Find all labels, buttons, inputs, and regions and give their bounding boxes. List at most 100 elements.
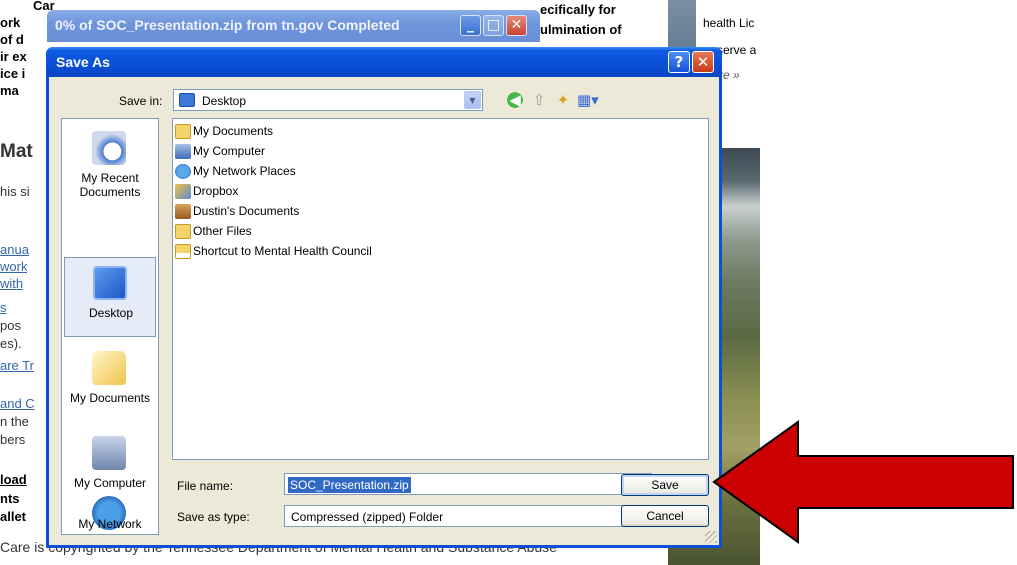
bg-heading-fragment: Mat xyxy=(0,141,33,162)
file-name: Dustin's Documents xyxy=(193,204,300,218)
views-icon: ▦▾ xyxy=(577,91,599,109)
file-name-label: File name: xyxy=(177,479,234,493)
save-button[interactable]: Save xyxy=(621,474,709,496)
back-arrow-icon: ◀ xyxy=(509,91,521,109)
file-name: My Documents xyxy=(193,124,274,138)
file-name: Other Files xyxy=(193,224,252,238)
bg-link-fragment[interactable]: anua xyxy=(0,242,29,257)
list-item[interactable]: My Network Places xyxy=(175,161,296,181)
dialog-titlebar[interactable]: Save As ? ✕ xyxy=(46,47,722,77)
bg-text-fragment: his si xyxy=(0,184,30,199)
file-name-selection: SOC_Presentation.zip xyxy=(288,477,411,493)
save-in-value: Desktop xyxy=(202,94,247,108)
bg-text-fragment: health Lic xyxy=(703,16,755,30)
bg-text-fragment: ork xyxy=(0,15,21,30)
folder-icon xyxy=(175,223,191,239)
file-name-value[interactable]: SOC_Presentation.zip xyxy=(288,477,411,493)
recent-documents-icon xyxy=(92,131,126,165)
bg-text-fragment: ulmination of xyxy=(540,22,622,37)
new-folder-button[interactable]: ✦ xyxy=(553,90,573,110)
new-folder-icon: ✦ xyxy=(556,91,570,109)
minimize-icon: _ xyxy=(467,17,474,33)
my-documents-icon xyxy=(92,351,126,385)
chevron-down-icon[interactable]: ▼ xyxy=(464,91,481,109)
help-icon: ? xyxy=(674,53,684,71)
file-list[interactable]: My Documents My Computer My Network Plac… xyxy=(172,118,709,460)
list-item[interactable]: Dustin's Documents xyxy=(175,201,299,221)
progress-window-title: 0% of SOC_Presentation.zip from tn.gov C… xyxy=(55,17,400,33)
bg-text-fragment: pos xyxy=(0,318,21,333)
place-desktop[interactable]: Desktop xyxy=(64,257,156,337)
user-folder-icon xyxy=(175,203,191,219)
desktop-icon xyxy=(179,93,195,107)
file-name: Shortcut to Mental Health Council xyxy=(193,244,372,258)
up-folder-icon: ⇧ xyxy=(532,91,546,109)
place-my-documents[interactable]: My Documents xyxy=(64,343,156,423)
cancel-button[interactable]: Cancel xyxy=(621,505,709,527)
bg-text-fragment: ir ex xyxy=(0,49,27,64)
shortcut-folder-icon xyxy=(175,243,191,259)
bg-text-fragment: serve a xyxy=(717,43,757,57)
bg-text-fragment: bers xyxy=(0,432,26,447)
close-icon: ✕ xyxy=(510,17,523,33)
bg-link-fragment[interactable]: s xyxy=(0,300,7,315)
list-item[interactable]: Other Files xyxy=(175,221,252,241)
file-name: My Computer xyxy=(193,144,266,158)
maximize-button[interactable]: □ xyxy=(483,15,504,36)
place-my-network[interactable]: My Network xyxy=(64,496,156,534)
back-button[interactable]: ◀ xyxy=(505,90,525,110)
save-as-type-label: Save as type: xyxy=(177,510,250,524)
save-as-dialog: Save As ? ✕ Save in: Desktop ▼ ◀ ⇧ ✦ ▦▾ … xyxy=(46,47,722,548)
computer-icon xyxy=(175,143,191,159)
close-icon: ✕ xyxy=(696,53,710,71)
bg-link-fragment[interactable]: load xyxy=(0,472,27,487)
bg-text-fragment: of d xyxy=(0,32,24,47)
bg-text-fragment: ma xyxy=(0,83,19,98)
progress-close-button[interactable]: ✕ xyxy=(506,15,527,36)
bg-text-fragment: allet xyxy=(0,509,27,524)
close-button[interactable]: ✕ xyxy=(692,51,714,73)
file-name: My Network Places xyxy=(193,164,296,178)
up-one-level-button[interactable]: ⇧ xyxy=(529,90,549,110)
list-item[interactable]: Shortcut to Mental Health Council xyxy=(175,241,372,261)
save-in-label: Save in: xyxy=(119,94,163,108)
list-item[interactable]: My Computer xyxy=(175,141,265,161)
bg-text-fragment: ice i xyxy=(0,66,26,81)
bg-link-fragment[interactable]: with xyxy=(0,276,23,291)
list-item[interactable]: Dropbox xyxy=(175,181,238,201)
place-label: My Recent Documents xyxy=(79,171,141,199)
place-label: My Documents xyxy=(69,391,151,405)
dropbox-icon xyxy=(175,183,191,199)
file-name-field[interactable]: SOC_Presentation.zip ▼ xyxy=(284,473,652,495)
bg-text-fragment: nts xyxy=(0,491,20,506)
save-as-type-dropdown[interactable]: Compressed (zipped) Folder ▼ xyxy=(284,505,652,527)
list-item[interactable]: My Documents xyxy=(175,121,273,141)
network-icon xyxy=(175,163,191,179)
place-label: My Network xyxy=(78,517,142,531)
my-computer-icon xyxy=(92,436,126,470)
arrow-shape xyxy=(712,420,1014,544)
save-as-type-value: Compressed (zipped) Folder xyxy=(291,510,444,524)
bg-link-fragment[interactable]: re » xyxy=(719,68,740,82)
places-bar: My Recent Documents Desktop My Documents… xyxy=(61,118,159,535)
place-my-recent-documents[interactable]: My Recent Documents xyxy=(64,123,156,203)
bg-text-fragment: es). xyxy=(0,336,22,351)
minimize-button[interactable]: _ xyxy=(460,15,481,36)
help-button[interactable]: ? xyxy=(668,51,690,73)
place-label: My Computer xyxy=(73,476,147,490)
save-in-dropdown[interactable]: Desktop ▼ xyxy=(173,89,483,111)
desktop-icon xyxy=(93,266,127,300)
dialog-title: Save As xyxy=(56,54,110,70)
download-progress-window[interactable]: 0% of SOC_Presentation.zip from tn.gov C… xyxy=(47,10,540,42)
bg-text-fragment: ecifically for xyxy=(540,2,616,17)
bg-text-fragment: n the xyxy=(0,414,29,429)
bg-link-fragment[interactable]: are Tr xyxy=(0,358,34,373)
bg-link-fragment[interactable]: and C xyxy=(0,396,35,411)
bg-link-fragment[interactable]: work xyxy=(0,259,27,274)
maximize-icon: □ xyxy=(486,17,501,33)
views-menu-button[interactable]: ▦▾ xyxy=(577,90,599,110)
red-arrow-annotation xyxy=(712,420,1014,544)
file-name: Dropbox xyxy=(193,184,239,198)
place-label: Desktop xyxy=(88,306,134,320)
folder-icon xyxy=(175,123,191,139)
